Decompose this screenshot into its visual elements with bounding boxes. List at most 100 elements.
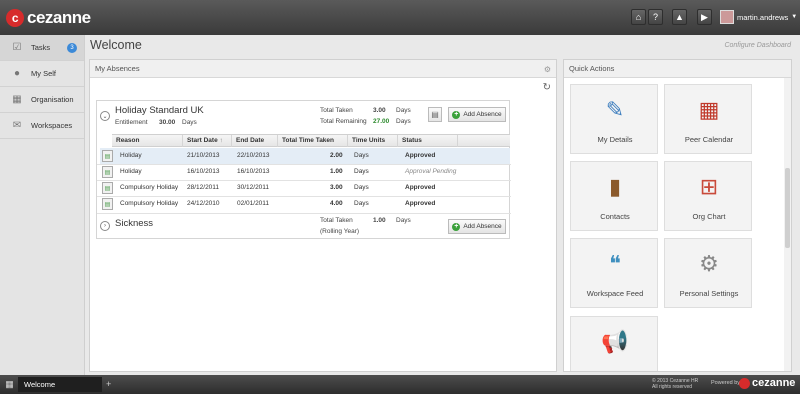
cell-time-units: Days xyxy=(354,168,369,175)
home-button[interactable]: ⌂ xyxy=(631,9,646,25)
cell-total-taken: 1.00 xyxy=(330,168,343,175)
tab-welcome[interactable]: Welcome xyxy=(18,377,102,392)
table-row[interactable]: ▤ Holiday 21/10/2013 22/10/2013 2.00 Day… xyxy=(100,148,510,164)
sidebar-item-tasks[interactable]: ☑ Tasks 3 xyxy=(0,35,84,61)
org-chart-icon: ⊞ xyxy=(699,174,719,199)
gear-icon: ⚙ xyxy=(699,251,719,276)
absence-document-icon[interactable]: ▤ xyxy=(102,166,113,178)
tile-org-chart[interactable]: ⊞ Org Chart xyxy=(664,161,752,231)
tile-personal-settings[interactable]: ⚙ Personal Settings xyxy=(664,238,752,308)
cell-time-units: Days xyxy=(354,184,369,191)
logo-mark-icon: c xyxy=(6,8,24,27)
buildings-icon: ▦ xyxy=(12,94,22,105)
sickness-total-taken-label: Total Taken xyxy=(320,217,353,224)
add-absence-label: Add Absence xyxy=(463,223,502,230)
chevron-down-icon: ▼ xyxy=(791,14,798,20)
total-remaining-unit: Days xyxy=(396,118,411,125)
cezanne-logo[interactable]: c cezanne xyxy=(6,7,91,28)
play-icon: ▶ xyxy=(701,11,708,22)
cell-reason: Compulsory Holiday xyxy=(120,184,179,191)
column-time-units[interactable]: Time Units xyxy=(347,135,397,147)
absence-document-icon[interactable]: ▤ xyxy=(102,182,113,194)
column-start-date[interactable]: Start Date ↑ xyxy=(182,135,231,147)
grid-menu-icon[interactable]: ▦ xyxy=(4,379,15,390)
absence-table-header: Reason Start Date ↑ End Date Total Time … xyxy=(112,134,510,147)
megaphone-icon: 📢 xyxy=(601,329,629,354)
tile-workspace-feed[interactable]: ❝ Workspace Feed xyxy=(570,238,658,308)
table-row[interactable]: ▤ Compulsory Holiday 28/12/2011 30/12/20… xyxy=(100,180,510,196)
scrollbar[interactable] xyxy=(784,78,791,371)
cell-reason: Compulsory Holiday xyxy=(120,200,179,207)
notifications-button[interactable]: ▲ xyxy=(672,9,687,25)
cell-end-date: 30/12/2011 xyxy=(237,184,270,191)
absence-card: ⌄ Holiday Standard UK Entitlement 30.00 … xyxy=(96,100,511,239)
cell-reason: Holiday xyxy=(120,152,142,159)
sickness-total-taken-unit: Days xyxy=(396,217,411,224)
collapse-holiday-button[interactable]: ⌄ xyxy=(100,111,110,121)
configure-dashboard-link[interactable]: Configure Dashboard xyxy=(724,42,791,49)
add-sickness-absence-button[interactable]: + Add Absence xyxy=(448,219,506,234)
sidebar-item-workspaces[interactable]: ✉ Workspaces xyxy=(0,113,84,139)
table-row[interactable]: ▤ Holiday 16/10/2013 16/10/2013 1.00 Day… xyxy=(100,164,510,180)
cell-reason: Holiday xyxy=(120,168,142,175)
add-tab-icon[interactable]: + xyxy=(106,377,111,392)
absence-document-icon[interactable]: ▤ xyxy=(102,150,113,162)
cell-end-date: 16/10/2013 xyxy=(237,168,270,175)
total-remaining-value: 27.00 xyxy=(373,118,390,125)
footer-brand-name: cezanne xyxy=(752,377,796,389)
column-total-time-taken[interactable]: Total Time Taken xyxy=(277,135,347,147)
expand-sickness-button[interactable]: › xyxy=(100,221,110,231)
tile-label: My Details xyxy=(597,135,633,144)
cell-time-units: Days xyxy=(354,200,369,207)
chat-bubbles-icon: ✉ xyxy=(12,120,22,131)
tile-my-details[interactable]: ✎ My Details xyxy=(570,84,658,154)
play-button[interactable]: ▶ xyxy=(697,9,712,25)
cell-start-date: 21/10/2013 xyxy=(187,152,220,159)
cell-status: Approved xyxy=(405,200,436,207)
top-bar: c cezanne ⌂ ? ▲ ▶ martin.andrews ▼ xyxy=(0,0,800,35)
brand-name: cezanne xyxy=(27,7,91,27)
sidebar-item-label: Organisation xyxy=(31,95,74,104)
user-menu[interactable]: martin.andrews ▼ xyxy=(720,9,797,25)
cell-status: Approved xyxy=(405,184,436,191)
user-name: martin.andrews xyxy=(737,12,789,22)
cell-start-date: 24/12/2010 xyxy=(187,200,220,207)
help-icon: ? xyxy=(652,12,658,22)
page-title: Welcome xyxy=(90,38,142,52)
tile-label: Peer Calendar xyxy=(684,135,734,144)
column-status[interactable]: Status xyxy=(397,135,457,147)
cell-status: Approval Pending xyxy=(405,168,457,175)
person-icon: ● xyxy=(13,68,21,79)
tile-announcements[interactable]: 📢 xyxy=(570,316,658,371)
sidebar-item-organisation[interactable]: ▦ Organisation xyxy=(0,87,84,113)
address-book-icon: ▮ xyxy=(608,174,622,199)
column-reason[interactable]: Reason xyxy=(112,135,182,147)
footer-logo: cezanne xyxy=(739,377,795,389)
help-button[interactable]: ? xyxy=(648,9,663,25)
panel-title: My Absences xyxy=(90,60,556,78)
refresh-icon[interactable]: ↻ xyxy=(543,82,551,93)
sidebar-item-my-self[interactable]: ● My Self xyxy=(0,61,84,87)
scrollbar-thumb[interactable] xyxy=(785,168,790,248)
cell-end-date: 02/01/2011 xyxy=(237,200,270,207)
document-icon[interactable]: ▤ xyxy=(428,107,442,122)
home-icon: ⌂ xyxy=(635,12,642,22)
plus-icon: + xyxy=(452,222,461,231)
plus-icon: + xyxy=(452,110,461,119)
copyright: © 2013 Cezanne HR All rights reserved xyxy=(652,378,699,390)
avatar xyxy=(720,10,734,24)
speech-bubbles-icon: ❝ xyxy=(609,251,621,276)
my-absences-panel: My Absences ⚙ ↻ ⌄ Holiday Standard UK En… xyxy=(89,59,557,372)
cell-time-units: Days xyxy=(354,152,369,159)
add-absence-button[interactable]: + Add Absence xyxy=(448,107,506,122)
tile-label: Workspace Feed xyxy=(586,289,644,298)
table-row[interactable]: ▤ Compulsory Holiday 24/12/2010 02/01/20… xyxy=(100,196,510,212)
sickness-title: Sickness xyxy=(115,218,154,229)
column-end-date[interactable]: End Date xyxy=(231,135,277,147)
absence-document-icon[interactable]: ▤ xyxy=(102,198,113,210)
gear-icon[interactable]: ⚙ xyxy=(544,65,551,74)
tile-contacts[interactable]: ▮ Contacts xyxy=(570,161,658,231)
tile-peer-calendar[interactable]: ▦ Peer Calendar xyxy=(664,84,752,154)
section-divider xyxy=(97,213,511,214)
checkbox-icon: ☑ xyxy=(12,42,22,53)
